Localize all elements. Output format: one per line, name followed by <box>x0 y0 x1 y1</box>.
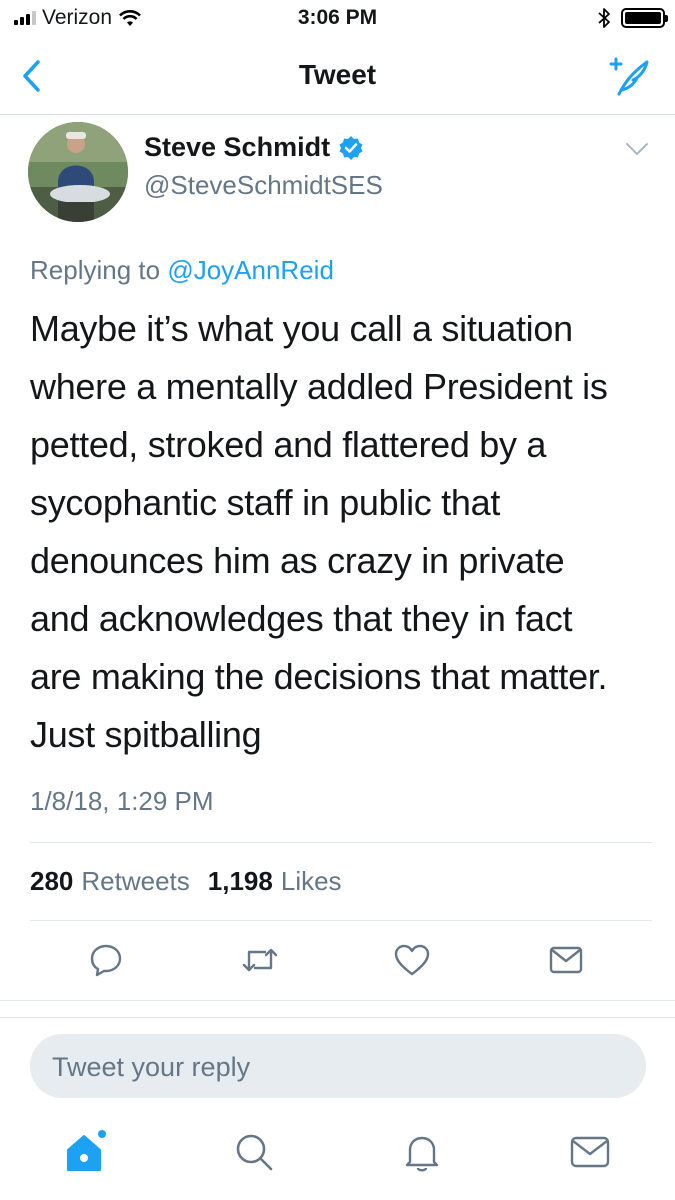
likes-label[interactable]: Likes <box>281 866 342 897</box>
divider <box>30 920 652 921</box>
author-name-row: Steve Schmidt <box>144 132 364 163</box>
share-button[interactable] <box>546 940 586 980</box>
tweet-header: Steve Schmidt @SteveSchmidtSES <box>0 114 675 234</box>
author-name[interactable]: Steve Schmidt <box>144 132 330 163</box>
status-bar: Verizon 3:06 PM <box>0 0 675 40</box>
section-separator <box>0 1000 675 1018</box>
replying-label: Replying to <box>30 255 161 285</box>
avatar[interactable] <box>28 122 128 222</box>
status-time: 3:06 PM <box>297 6 378 29</box>
tweet-stats: 280 Retweets 1,198 Likes <box>30 866 352 897</box>
retweets-label[interactable]: Retweets <box>81 866 189 897</box>
replying-to: Replying to @JoyAnnReid <box>30 255 334 286</box>
replying-mention-link[interactable]: @JoyAnnReid <box>167 255 334 285</box>
tweet-options-button[interactable] <box>625 142 649 161</box>
divider <box>30 842 652 843</box>
reply-button[interactable] <box>86 940 126 980</box>
author-handle[interactable]: @SteveSchmidtSES <box>144 170 383 201</box>
tab-messages[interactable] <box>566 1128 614 1176</box>
avatar-photo <box>28 122 128 222</box>
tweet-text: Maybe it’s what you call a situation whe… <box>30 308 608 755</box>
notifications-icon <box>405 1136 439 1172</box>
like-icon <box>394 944 430 976</box>
bluetooth-icon <box>598 8 610 28</box>
compose-button[interactable] <box>607 54 653 103</box>
tweet-actions <box>0 940 675 988</box>
reply-composer[interactable] <box>30 1034 646 1100</box>
search-icon <box>236 1134 273 1171</box>
tweet-timestamp: 1/8/18, 1:29 PM <box>30 786 214 816</box>
reply-input[interactable] <box>30 1034 614 1100</box>
nav-bar: Tweet <box>0 40 675 115</box>
page-title: Tweet <box>298 59 377 90</box>
tab-search[interactable] <box>230 1128 278 1176</box>
dropdown-caret-icon <box>626 143 648 155</box>
home-icon <box>67 1130 106 1171</box>
messages-icon <box>570 1136 610 1168</box>
retweet-button[interactable] <box>240 940 280 980</box>
status-right <box>597 7 668 29</box>
tab-home[interactable] <box>62 1128 110 1176</box>
retweets-count[interactable]: 280 <box>30 866 73 897</box>
battery-icon <box>621 8 668 28</box>
verified-badge-icon <box>339 135 363 160</box>
share-icon <box>549 946 583 974</box>
reply-icon <box>90 944 122 977</box>
like-button[interactable] <box>392 940 432 980</box>
tab-bar <box>0 1120 675 1200</box>
compose-tweet-icon <box>609 57 649 96</box>
tab-notifications[interactable] <box>398 1128 446 1176</box>
retweet-icon <box>242 948 278 972</box>
likes-count[interactable]: 1,198 <box>208 866 273 897</box>
